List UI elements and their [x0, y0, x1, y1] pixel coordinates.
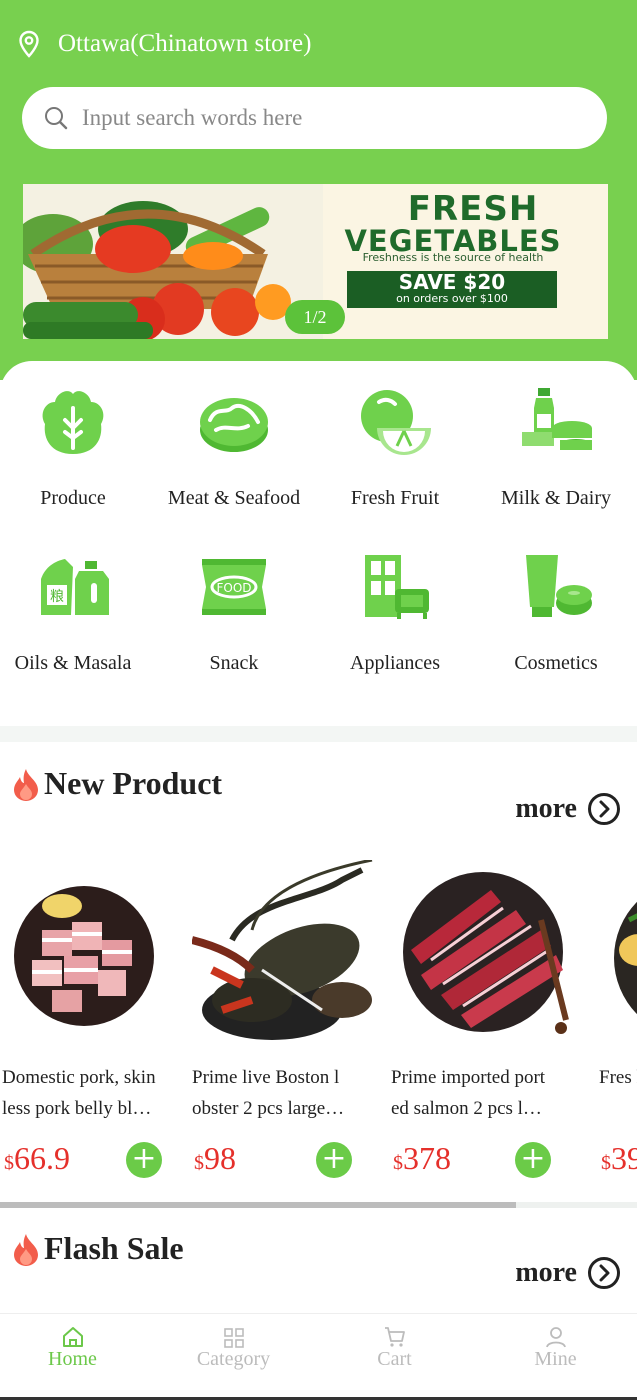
section-divider — [0, 726, 637, 742]
product-name: Fres head — [599, 1067, 637, 1088]
category-milk-dairy[interactable]: Milk & Dairy — [476, 383, 636, 510]
produce-icon — [42, 391, 104, 454]
tab-label: Cart — [377, 1348, 412, 1370]
product-name: Prime live Boston l obster 2 pcs large… — [192, 1067, 345, 1119]
new-product-title: New Product — [12, 765, 222, 802]
location-pin-icon — [19, 30, 39, 58]
product-image — [192, 860, 382, 1050]
category-label: Cosmetics — [514, 652, 598, 674]
category-label: Produce — [40, 487, 106, 509]
product-image — [599, 860, 637, 1050]
banner-save-amount: SAVE $20 — [398, 270, 506, 294]
banner-headline: FRESH — [407, 189, 539, 229]
flash-sale-more-button[interactable]: more — [515, 1256, 621, 1290]
cosmetics-icon — [526, 555, 592, 617]
category-grid: Produce Meat & Seafood Fresh Fruit Milk … — [0, 361, 637, 726]
add-to-cart-button[interactable]: + — [316, 1142, 352, 1178]
section-title-text: Flash Sale — [44, 1230, 184, 1266]
category-snack[interactable]: FOOD Snack — [154, 548, 314, 675]
more-label: more — [515, 1257, 577, 1288]
banner-save-condition: on orders over $100 — [396, 292, 508, 305]
category-produce[interactable]: Produce — [0, 383, 153, 510]
category-label: Snack — [209, 652, 259, 674]
flame-icon — [14, 768, 38, 801]
category-appliances[interactable]: Appliances — [315, 548, 475, 675]
location-selector[interactable]: Ottawa(Chinatown store) — [18, 30, 311, 58]
add-to-cart-button[interactable]: + — [515, 1142, 551, 1178]
banner-save-badge: SAVE $20 on orders over $100 — [347, 271, 557, 308]
product-card[interactable]: Domestic pork, skin less pork belly bl… … — [2, 860, 192, 1178]
oil-icon: 粮 — [41, 559, 109, 615]
search-placeholder: Input search words here — [82, 105, 303, 130]
search-icon — [45, 107, 68, 130]
cart-icon — [384, 1327, 405, 1347]
product-price: $39 — [601, 1140, 637, 1176]
banner-pager: 1/2 — [285, 300, 345, 334]
home-icon — [62, 1327, 83, 1347]
chevron-right-circle-icon — [588, 1257, 620, 1289]
tab-home[interactable]: Home — [0, 1314, 152, 1371]
category-label: Milk & Dairy — [501, 487, 611, 509]
product-card[interactable]: Fres head $39 — [599, 860, 637, 1200]
product-price: $66.9 — [4, 1140, 70, 1176]
tab-label: Category — [196, 1348, 271, 1370]
tab-mine[interactable]: Mine — [476, 1314, 635, 1371]
category-label: Oils & Masala — [14, 652, 132, 674]
tab-label: Mine — [534, 1348, 577, 1370]
add-to-cart-button[interactable]: + — [126, 1142, 162, 1178]
chevron-right-circle-icon — [588, 793, 620, 825]
category-meat-seafood[interactable]: Meat & Seafood — [154, 383, 314, 510]
product-card[interactable]: Prime imported port ed salmon 2 pcs l… $… — [391, 860, 581, 1178]
banner-tagline: Freshness is the source of health — [362, 251, 544, 264]
flash-sale-title: Flash Sale — [12, 1230, 184, 1267]
tab-cart[interactable]: Cart — [315, 1314, 474, 1371]
snack-icon: FOOD — [202, 559, 266, 615]
product-scroll-thumb[interactable] — [0, 1202, 516, 1208]
category-label: Appliances — [350, 652, 440, 674]
bottom-tab-bar: Home Category Cart Mine — [0, 1313, 637, 1400]
svg-text:粮: 粮 — [50, 589, 64, 605]
svg-text:FOOD: FOOD — [216, 581, 251, 595]
user-icon — [545, 1327, 566, 1348]
tab-category[interactable]: Category — [154, 1314, 313, 1371]
category-label: Meat & Seafood — [167, 487, 301, 509]
product-image — [2, 860, 192, 1050]
product-price: $378 — [393, 1140, 451, 1176]
product-name: Prime imported port ed salmon 2 pcs l… — [391, 1067, 546, 1119]
product-name: Domestic pork, skin less pork belly bl… — [2, 1067, 156, 1119]
category-oils-masala[interactable]: 粮 Oils & Masala — [0, 548, 153, 675]
category-fresh-fruit[interactable]: Fresh Fruit — [315, 383, 475, 510]
flame-icon — [14, 1233, 38, 1266]
category-cosmetics[interactable]: Cosmetics — [476, 548, 636, 675]
tab-label: Home — [48, 1348, 97, 1370]
dairy-icon — [522, 388, 592, 450]
section-title-text: New Product — [44, 765, 223, 801]
more-label: more — [515, 793, 577, 824]
appliance-icon — [365, 555, 429, 619]
product-image — [391, 860, 581, 1050]
meat-icon — [200, 398, 268, 452]
search-input[interactable]: Input search words here — [22, 87, 607, 149]
grid-icon — [223, 1328, 244, 1348]
new-product-more-button[interactable]: more — [515, 792, 621, 826]
vegetable-basket-image — [23, 184, 323, 339]
product-card[interactable]: Prime live Boston l obster 2 pcs large… … — [192, 860, 382, 1178]
category-label: Fresh Fruit — [350, 487, 440, 509]
fruit-icon — [361, 390, 431, 455]
product-price: $98 — [194, 1140, 236, 1176]
location-label: Ottawa(Chinatown store) — [58, 30, 312, 57]
